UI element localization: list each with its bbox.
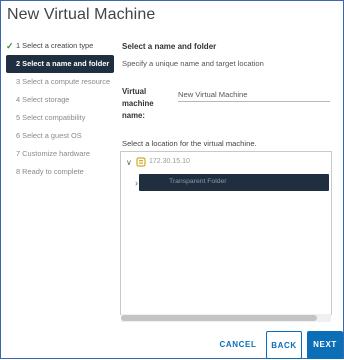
step-select-creation-type[interactable]: ✓ 1 Select a creation type <box>6 37 114 55</box>
step-select-name-and-folder[interactable]: 2 Select a name and folder <box>6 55 114 73</box>
step-label: 8 Ready to complete <box>16 167 84 176</box>
wizard-steps: ✓ 1 Select a creation type 2 Select a na… <box>6 37 114 181</box>
step-label: 2 Select a name and folder <box>16 59 110 68</box>
cancel-button[interactable]: CANCEL <box>215 331 261 359</box>
step-content: Select a name and folder Specify a uniqu… <box>122 42 332 148</box>
step-ready-to-complete: 8 Ready to complete <box>6 163 114 181</box>
datacenter-icon <box>136 157 146 167</box>
step-select-compatibility: 5 Select compatibility <box>6 109 114 127</box>
location-tree[interactable]: ∨ 172.30.15.10 Transparent Folder › <box>120 151 332 315</box>
vm-name-label: Virtual machine name: <box>122 87 154 120</box>
step-label: 7 Customize hardware <box>16 149 90 158</box>
horizontal-scrollbar[interactable] <box>121 314 331 322</box>
step-select-compute-resource: 3 Select a compute resource <box>6 73 114 91</box>
step-select-storage: 4 Select storage <box>6 91 114 109</box>
tree-row-folder[interactable]: Transparent Folder <box>139 174 329 191</box>
location-label: Select a location for the virtual machin… <box>122 139 257 148</box>
step-label: 3 Select a compute resource <box>16 77 111 86</box>
back-button[interactable]: BACK <box>266 331 302 359</box>
datacenter-name[interactable]: 172.30.15.10 <box>149 158 190 165</box>
step-label: 4 Select storage <box>16 95 70 104</box>
step-label: 1 Select a creation type <box>16 41 94 50</box>
wizard-dialog: New Virtual Machine ✓ 1 Select a creatio… <box>0 0 344 359</box>
step-select-guest-os: 6 Select a guest OS <box>6 127 114 145</box>
checkmark-icon: ✓ <box>6 41 14 51</box>
step-label: 6 Select a guest OS <box>16 131 82 140</box>
step-customize-hardware: 7 Customize hardware <box>6 145 114 163</box>
content-subheading: Specify a unique name and target locatio… <box>122 59 264 68</box>
next-button[interactable]: NEXT <box>307 331 343 359</box>
chevron-right-icon[interactable]: › <box>135 178 138 188</box>
step-label: 5 Select compatibility <box>16 113 86 122</box>
scrollbar-thumb[interactable] <box>121 315 317 321</box>
content-heading: Select a name and folder <box>122 42 217 51</box>
chevron-down-icon[interactable]: ∨ <box>126 158 132 167</box>
vm-name-input[interactable] <box>178 87 330 102</box>
dialog-title: New Virtual Machine <box>7 6 156 23</box>
folder-name: Transparent Folder <box>169 178 227 185</box>
